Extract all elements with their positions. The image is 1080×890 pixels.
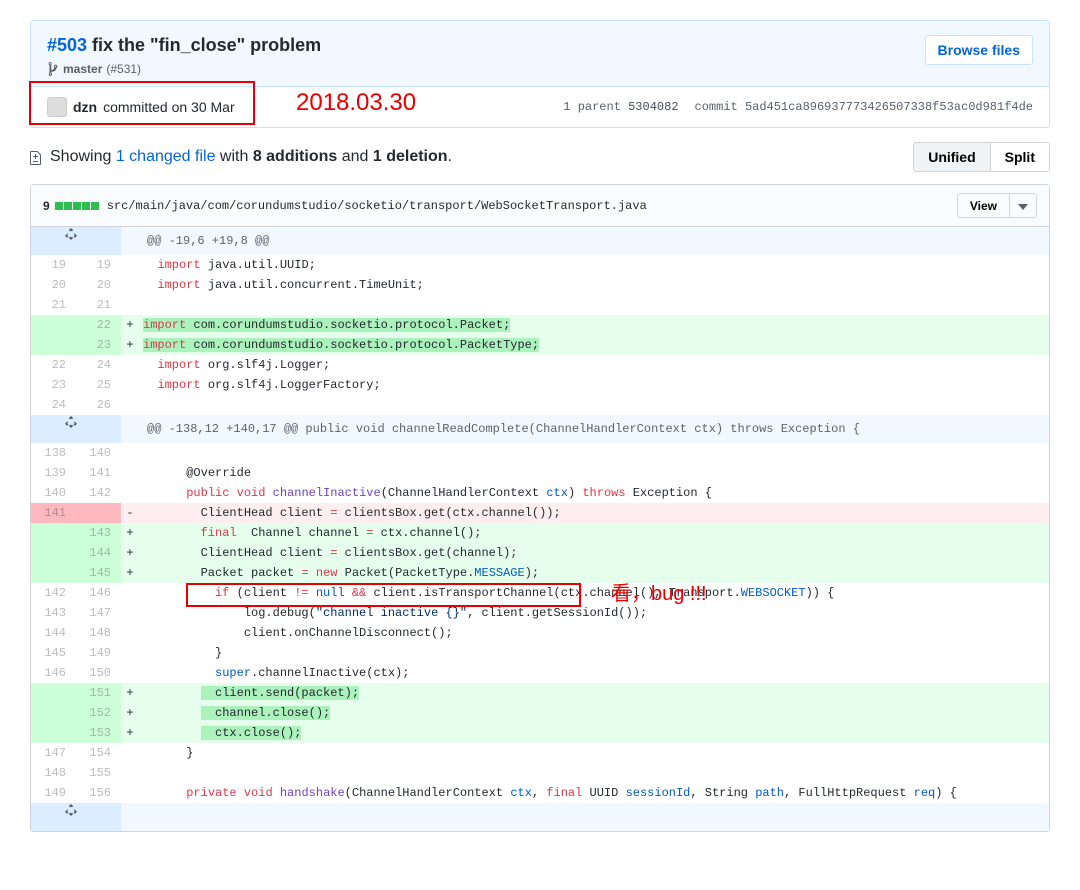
diff-view-toggle: Unified Split: [913, 142, 1050, 172]
author-name[interactable]: dzn: [73, 99, 97, 115]
unfold-icon: [65, 227, 77, 241]
chevron-down-icon: [1018, 204, 1028, 210]
unfold-icon: [65, 803, 77, 817]
commit-hash-info: commit 5ad451ca896937773426507338f53ac0d…: [695, 100, 1033, 114]
browse-files-button[interactable]: Browse files: [925, 35, 1033, 65]
diff-content: @@ -19,6 +19,8 @@ 1919 import java.util.…: [31, 227, 1049, 831]
view-file-button[interactable]: View: [957, 193, 1010, 218]
commit-title: #503 fix the "fin_close" problem: [47, 35, 321, 56]
expand-hunk-button[interactable]: [31, 415, 121, 443]
unified-button[interactable]: Unified: [914, 143, 989, 171]
branch-name[interactable]: master: [63, 62, 102, 76]
annotation-date: 2018.03.30: [296, 89, 416, 117]
commit-meta: dzn committed on 30 Mar 2018.03.30 1 par…: [31, 87, 1049, 127]
parent-hash-link[interactable]: 5304082: [628, 100, 678, 114]
diff-summary-text: Showing 1 changed file with 8 additions …: [50, 148, 452, 166]
commit-time: committed on 30 Mar: [103, 99, 235, 115]
issue-link[interactable]: #503: [47, 35, 87, 55]
branch-line: master (#531): [47, 62, 321, 76]
unfold-icon: [65, 415, 77, 429]
parent-info: 1 parent 5304082: [563, 100, 678, 114]
commit-box: #503 fix the "fin_close" problem master …: [30, 20, 1050, 128]
commit-header: #503 fix the "fin_close" problem master …: [31, 21, 1049, 87]
branch-icon: [47, 62, 59, 76]
diff-icon: [30, 149, 44, 165]
file-more-button[interactable]: [1010, 193, 1037, 218]
expand-hunk-button[interactable]: [31, 227, 121, 255]
split-button[interactable]: Split: [990, 143, 1049, 171]
diffstat: 9: [43, 199, 99, 213]
annotation-bug-text: 看，bug !!!: [611, 577, 707, 606]
diff-summary-bar: Showing 1 changed file with 8 additions …: [30, 142, 1050, 172]
file-path[interactable]: src/main/java/com/corundumstudio/socketi…: [107, 199, 647, 213]
changed-files-link[interactable]: 1 changed file: [116, 148, 216, 165]
expand-hunk-button[interactable]: [31, 803, 121, 831]
file-diff: 9 src/main/java/com/corundumstudio/socke…: [30, 184, 1050, 832]
avatar[interactable]: [47, 97, 67, 117]
file-header: 9 src/main/java/com/corundumstudio/socke…: [31, 185, 1049, 227]
